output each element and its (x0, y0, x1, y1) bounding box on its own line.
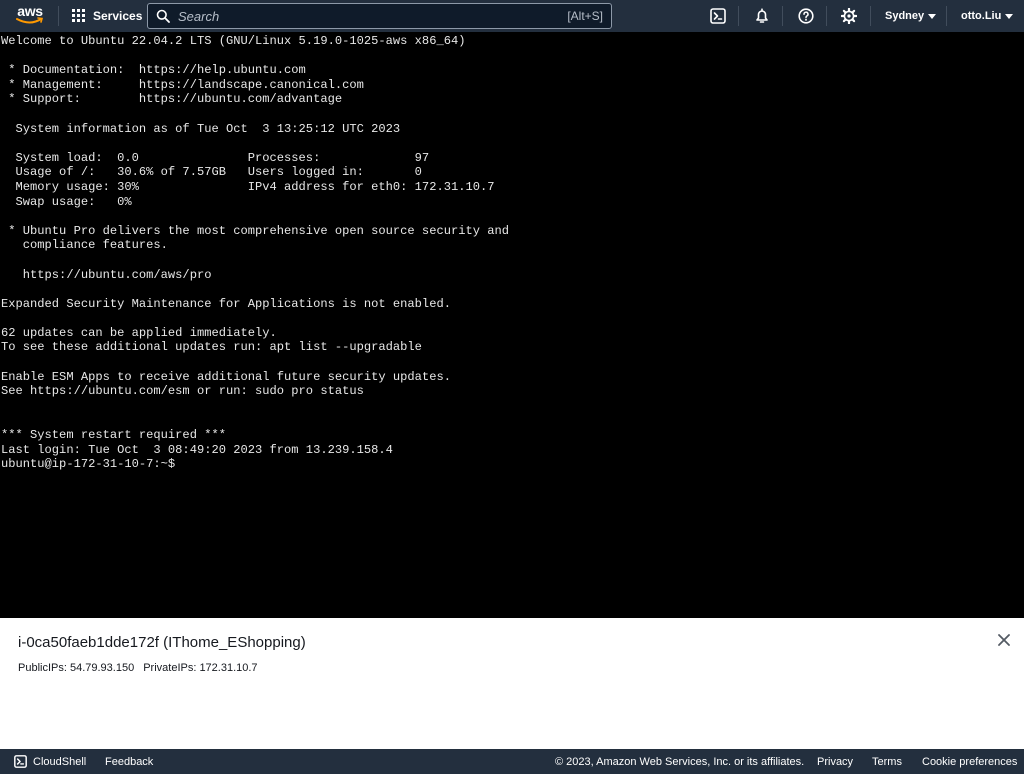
instance-ips: PublicIPs: 54.79.93.150 PrivateIPs: 172.… (18, 662, 258, 674)
nav-divider (870, 6, 871, 26)
caret-down-icon (1005, 13, 1014, 19)
bell-icon (756, 8, 768, 23)
terminal-output[interactable]: Welcome to Ubuntu 22.04.2 LTS (GNU/Linux… (1, 34, 1024, 472)
footer-terms-link[interactable]: Terms (872, 749, 902, 774)
services-grid-icon (72, 9, 86, 23)
aws-logo-text: aws (17, 3, 43, 19)
services-label: Services (93, 9, 143, 23)
cloudshell-icon (710, 8, 726, 24)
gear-icon (841, 8, 857, 24)
public-ips: PublicIPs: 54.79.93.150 (18, 662, 135, 674)
nav-divider (946, 6, 947, 26)
notifications-button[interactable] (753, 7, 771, 25)
account-username: otto.Liu (961, 10, 1002, 22)
terminal[interactable]: Welcome to Ubuntu 22.04.2 LTS (GNU/Linux… (0, 32, 1024, 618)
nav-divider (826, 6, 827, 26)
help-button[interactable] (797, 7, 815, 25)
footer-copyright: © 2023, Amazon Web Services, Inc. or its… (555, 755, 805, 768)
footer: CloudShell Feedback © 2023, Amazon Web S… (0, 749, 1024, 774)
instance-title: i-0ca50faeb1dde172f (IThome_EShopping) (18, 634, 306, 651)
close-icon (998, 634, 1010, 646)
footer-privacy-link[interactable]: Privacy (817, 749, 853, 774)
nav-divider (58, 6, 59, 26)
search-icon (156, 9, 170, 23)
region-selector[interactable]: Sydney (885, 0, 937, 32)
instance-info-panel: i-0ca50faeb1dde172f (IThome_EShopping) P… (0, 618, 1024, 749)
help-icon (798, 8, 814, 24)
close-panel-button[interactable] (996, 632, 1012, 648)
settings-button[interactable] (840, 7, 858, 25)
private-ips: PrivateIPs: 172.31.10.7 (143, 662, 258, 674)
nav-divider (782, 6, 783, 26)
footer-cloudshell-button[interactable]: CloudShell (14, 749, 86, 774)
footer-cookie-preferences-link[interactable]: Cookie preferences (922, 749, 1017, 774)
search-input[interactable] (170, 7, 568, 25)
account-menu[interactable]: otto.Liu (961, 0, 1014, 32)
caret-down-icon (928, 13, 937, 19)
cloudshell-button[interactable] (709, 7, 727, 25)
aws-logo[interactable]: aws (14, 4, 46, 28)
cloudshell-icon (14, 755, 27, 768)
nav-divider (738, 6, 739, 26)
search-box[interactable]: [Alt+S] (147, 3, 612, 29)
search-shortcut: [Alt+S] (567, 9, 603, 23)
footer-feedback-link[interactable]: Feedback (105, 749, 153, 774)
region-label: Sydney (885, 10, 925, 22)
top-navigation: aws Services [Alt+S] (0, 0, 1024, 32)
aws-smile-icon (16, 17, 44, 24)
footer-cloudshell-label: CloudShell (33, 755, 87, 768)
services-menu-button[interactable]: Services (72, 0, 142, 32)
